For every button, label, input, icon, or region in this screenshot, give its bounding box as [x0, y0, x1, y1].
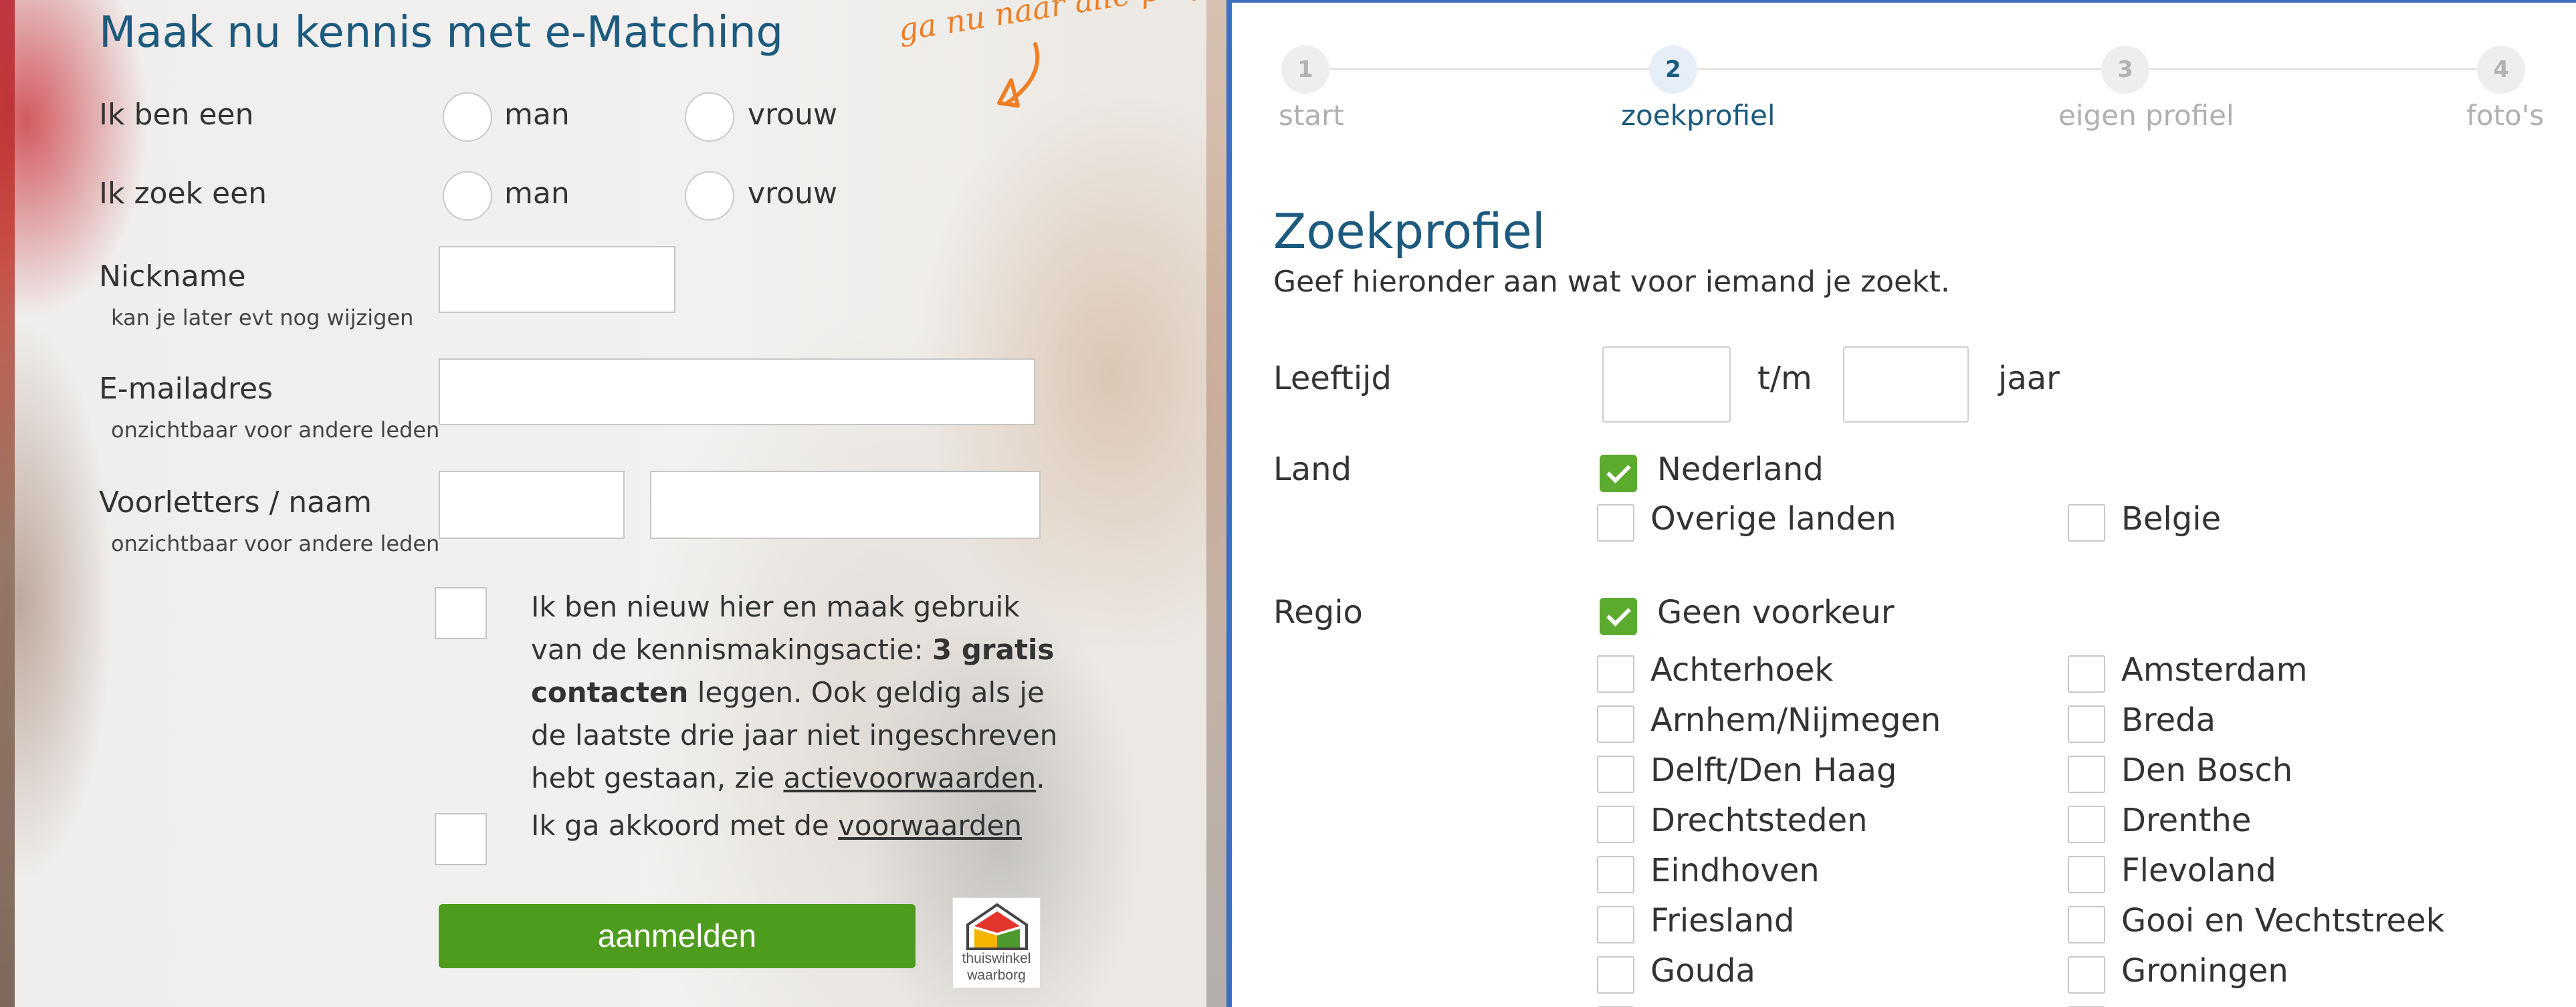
- region-no-preference-label[interactable]: Geen voorkeur: [1657, 594, 1895, 631]
- region-checkbox[interactable]: [1597, 856, 1634, 893]
- region-option-label[interactable]: Arnhem/Nijmegen: [1650, 701, 1941, 739]
- region-checkbox[interactable]: [1597, 906, 1634, 943]
- i-am-man-label[interactable]: man: [504, 98, 570, 132]
- wizard-step-1-label[interactable]: start: [1279, 99, 1344, 132]
- region-option-label[interactable]: Groningen: [2121, 952, 2288, 990]
- region-option-label[interactable]: Achterhoek: [1650, 651, 1833, 689]
- age-unit-label: jaar: [1998, 360, 2060, 397]
- seeking-man-radio[interactable]: [443, 171, 492, 221]
- age-label: Leeftijd: [1273, 360, 1392, 397]
- region-option-label[interactable]: Gouda: [1650, 952, 1755, 990]
- background-photo-edge-left: [0, 0, 15, 1007]
- i-am-man-radio[interactable]: [443, 92, 492, 142]
- terms-text-before: Ik ga akkoord met de: [531, 809, 839, 842]
- region-option-label[interactable]: Amsterdam: [2121, 651, 2307, 689]
- search-profile-subtitle: Geef hieronder aan wat voor iemand je zo…: [1273, 265, 1950, 299]
- seeking-man-label[interactable]: man: [504, 177, 570, 211]
- region-option-label[interactable]: Gooi en Vechtstreek: [2121, 902, 2444, 939]
- promo-consent-text-end: .: [1036, 762, 1045, 794]
- name-hint: onzichtbaar voor andere leden: [111, 531, 440, 556]
- wizard-step-4-label[interactable]: foto's: [2466, 99, 2544, 132]
- promo-arrow-icon: [997, 42, 1040, 108]
- promo-scribble[interactable]: ga nu naar alle profielen!: [895, 0, 1226, 48]
- email-input[interactable]: [439, 358, 1035, 425]
- wizard-step-3-label[interactable]: eigen profiel: [2058, 99, 2234, 132]
- wizard-step-1-dot[interactable]: 1: [1281, 45, 1329, 94]
- i-am-woman-label[interactable]: vrouw: [748, 98, 837, 132]
- country-overige-label[interactable]: Overige landen: [1650, 500, 1897, 538]
- country-label: Land: [1273, 451, 1352, 488]
- region-option-label[interactable]: Delft/Den Haag: [1650, 752, 1897, 789]
- region-checkbox[interactable]: [1597, 655, 1634, 693]
- nickname-input[interactable]: [439, 246, 675, 313]
- region-checkbox[interactable]: [1597, 956, 1634, 994]
- country-nederland-label[interactable]: Nederland: [1657, 451, 1824, 488]
- region-label: Regio: [1273, 594, 1363, 631]
- country-nederland-checkbox[interactable]: [1600, 455, 1637, 492]
- search-profile-panel: 1 start 2 zoekprofiel 3 eigen profiel 4 …: [1226, 0, 2576, 1007]
- name-label: Voorletters / naam: [99, 485, 372, 520]
- wizard-step-3-dot[interactable]: 3: [2101, 45, 2149, 94]
- region-checkbox[interactable]: [2068, 806, 2105, 843]
- region-checkbox[interactable]: [1597, 806, 1634, 843]
- promo-terms-link[interactable]: actievoorwaarden: [784, 762, 1037, 794]
- terms-text: Ik ga akkoord met de voorwaarden: [531, 809, 1022, 842]
- signup-panel: Maak nu kennis met e-Matching ga nu naar…: [0, 0, 1226, 1007]
- i-am-label: Ik ben een: [99, 98, 254, 132]
- i-am-woman-radio[interactable]: [685, 92, 734, 142]
- country-belgie-label[interactable]: Belgie: [2121, 500, 2221, 538]
- terms-checkbox[interactable]: [435, 813, 487, 865]
- age-to-input[interactable]: [1843, 346, 1969, 423]
- badge-line2: waarborg: [967, 968, 1026, 983]
- nickname-label: Nickname: [99, 259, 246, 294]
- region-checkbox[interactable]: [2068, 756, 2105, 793]
- search-profile-title: Zoekprofiel: [1273, 203, 1545, 259]
- region-checkbox[interactable]: [2068, 856, 2105, 893]
- region-option-label[interactable]: Flevoland: [2121, 852, 2276, 889]
- region-checkbox[interactable]: [2068, 655, 2105, 693]
- terms-link[interactable]: voorwaarden: [838, 809, 1022, 842]
- country-overige-checkbox[interactable]: [1597, 504, 1634, 542]
- region-option-label[interactable]: Drenthe: [2121, 802, 2251, 839]
- country-belgie-checkbox[interactable]: [2068, 504, 2105, 542]
- background-photo-edge-right: [1206, 0, 1226, 1007]
- thuiswinkel-badge[interactable]: thuiswinkel waarborg: [952, 897, 1041, 988]
- seeking-woman-radio[interactable]: [685, 171, 734, 221]
- region-checkbox[interactable]: [1597, 705, 1634, 743]
- nickname-hint: kan je later evt nog wijzigen: [111, 305, 414, 330]
- region-checkbox[interactable]: [1597, 756, 1634, 793]
- surname-input[interactable]: [650, 471, 1041, 539]
- region-option-label[interactable]: Drechtsteden: [1650, 802, 1868, 839]
- wizard-step-2-dot[interactable]: 2: [1649, 45, 1697, 94]
- region-option-label[interactable]: Eindhoven: [1650, 852, 1820, 889]
- wizard-step-2-label[interactable]: zoekprofiel: [1621, 99, 1776, 132]
- region-option-label[interactable]: Den Bosch: [2121, 752, 2292, 789]
- region-checkbox[interactable]: [2068, 956, 2105, 994]
- email-hint: onzichtbaar voor andere leden: [111, 417, 440, 443]
- email-label: E-mailadres: [99, 372, 273, 406]
- age-range-separator: t/m: [1757, 360, 1812, 397]
- region-no-preference-checkbox[interactable]: [1600, 598, 1637, 635]
- promo-consent-text: Ik ben nieuw hier en maak gebruik van de…: [531, 586, 1066, 800]
- wizard-step-4-dot[interactable]: 4: [2477, 45, 2525, 94]
- initials-input[interactable]: [439, 471, 625, 539]
- region-option-label[interactable]: Leiden: [2121, 1002, 2228, 1007]
- signup-submit-button[interactable]: aanmelden: [439, 904, 916, 968]
- thuiswinkel-house-icon: [966, 903, 1028, 950]
- wizard-progress-line: [1305, 68, 2482, 70]
- region-option-label[interactable]: Breda: [2121, 701, 2216, 739]
- region-checkbox[interactable]: [2068, 705, 2105, 743]
- seeking-label: Ik zoek een: [99, 177, 267, 211]
- signup-title: Maak nu kennis met e-Matching: [99, 8, 784, 58]
- region-option-label[interactable]: Haarlem: [1650, 1002, 1787, 1007]
- badge-line1: thuiswinkel: [962, 951, 1031, 966]
- seeking-woman-label[interactable]: vrouw: [748, 177, 837, 211]
- age-from-input[interactable]: [1602, 346, 1731, 423]
- region-option-label[interactable]: Friesland: [1650, 902, 1794, 939]
- region-checkbox[interactable]: [2068, 906, 2105, 943]
- thuiswinkel-badge-text: thuiswinkel waarborg: [953, 950, 1040, 984]
- promo-consent-checkbox[interactable]: [435, 587, 487, 639]
